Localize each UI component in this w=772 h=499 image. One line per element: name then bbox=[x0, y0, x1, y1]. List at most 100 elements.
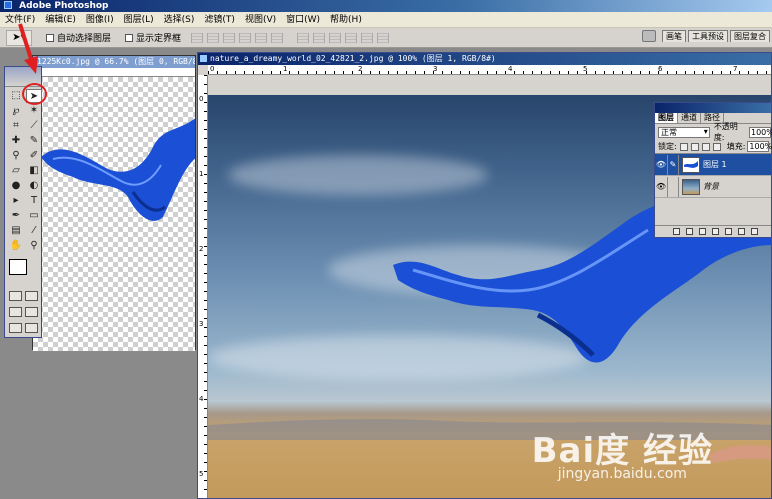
horizontal-ruler[interactable]: 0 1 2 3 4 5 6 7 bbox=[208, 65, 771, 75]
lock-all-icon[interactable] bbox=[712, 142, 721, 151]
lock-transparency-icon[interactable] bbox=[679, 142, 688, 151]
tab-layers[interactable]: 图层 bbox=[655, 113, 678, 123]
eraser-tool-icon[interactable]: ▱ bbox=[8, 164, 24, 178]
layer-row-background[interactable]: 👁 背景 bbox=[655, 176, 771, 198]
slice-tool-icon[interactable]: ⟋ bbox=[26, 119, 42, 133]
tab-channels[interactable]: 通道 bbox=[678, 113, 701, 123]
align-vcenter-icon[interactable] bbox=[207, 32, 220, 43]
layer-row-layer1[interactable]: 👁 ✎ 图层 1 bbox=[655, 154, 771, 176]
lock-position-icon[interactable] bbox=[701, 142, 710, 151]
show-bounds-option[interactable]: 显示定界框 bbox=[125, 31, 181, 44]
quick-mask-button[interactable] bbox=[25, 291, 38, 301]
distribute-top-icon[interactable] bbox=[297, 32, 310, 43]
standard-mode-button[interactable] bbox=[9, 291, 22, 301]
layer-brush-icon[interactable] bbox=[667, 176, 679, 197]
layer-thumbnail bbox=[682, 156, 700, 173]
foreground-color[interactable] bbox=[9, 259, 27, 275]
hand-tool-icon[interactable]: ✋ bbox=[8, 239, 24, 253]
auto-select-layer-option[interactable]: 自动选择图层 bbox=[46, 31, 111, 44]
file-browser-icon[interactable] bbox=[642, 30, 656, 42]
ruler-v-num: 0 bbox=[199, 95, 204, 103]
blend-mode-select[interactable]: 正常 bbox=[658, 126, 710, 138]
opacity-input[interactable]: 100% bbox=[749, 126, 772, 138]
layer-name[interactable]: 背景 bbox=[703, 181, 719, 192]
eyedropper-tool-icon[interactable]: ⁄ bbox=[26, 224, 42, 238]
blur-tool-icon[interactable]: ● bbox=[8, 179, 24, 193]
well-tab-tool-presets[interactable]: 工具预设 bbox=[688, 30, 728, 42]
screen-mode-full-menu[interactable] bbox=[25, 307, 38, 317]
menu-help[interactable]: 帮助(H) bbox=[325, 13, 367, 27]
show-bounds-checkbox[interactable] bbox=[125, 33, 134, 42]
lock-pixels-icon[interactable] bbox=[690, 142, 699, 151]
vertical-ruler[interactable]: 0 1 2 3 4 5 bbox=[198, 75, 208, 498]
watermark-url: jingyan.baidu.com bbox=[557, 466, 687, 482]
path-selection-icon[interactable]: ▸ bbox=[8, 194, 24, 208]
distribute-hcenter-icon[interactable] bbox=[361, 32, 374, 43]
menu-edit[interactable]: 编辑(E) bbox=[40, 13, 81, 27]
back-document-title[interactable]: 1225Kc0.jpg @ 66.7% (图层 0, RGB/8) bbox=[33, 56, 195, 68]
menu-view[interactable]: 视图(V) bbox=[240, 13, 281, 27]
jump-to-imageready-button[interactable] bbox=[9, 323, 22, 333]
pen-tool-icon[interactable]: ✒ bbox=[8, 209, 24, 223]
ruler-h-num: 3 bbox=[433, 65, 438, 73]
delete-layer-icon[interactable] bbox=[751, 228, 758, 235]
menu-image[interactable]: 图像(I) bbox=[81, 13, 119, 27]
menu-select[interactable]: 选择(S) bbox=[159, 13, 200, 27]
well-tab-layer-comps[interactable]: 图层复合 bbox=[730, 30, 770, 42]
auto-select-checkbox[interactable] bbox=[46, 33, 54, 42]
screen-mode-standard[interactable] bbox=[9, 307, 22, 317]
distribute-left-icon[interactable] bbox=[345, 32, 358, 43]
distribute-right-icon[interactable] bbox=[377, 32, 390, 43]
new-layer-icon[interactable] bbox=[738, 228, 745, 235]
new-group-icon[interactable] bbox=[712, 228, 719, 235]
menu-filter[interactable]: 滤镜(T) bbox=[199, 13, 240, 27]
main-document-title-bar[interactable]: nature_a_dreamy_world_02_42821_2.jpg @ 1… bbox=[198, 53, 771, 65]
adjustment-layer-icon[interactable] bbox=[725, 228, 732, 235]
back-document-window[interactable]: 1225Kc0.jpg @ 66.7% (图层 0, RGB/8) bbox=[32, 55, 196, 351]
blend-opacity-row: 正常 不透明度: 100% bbox=[655, 122, 772, 142]
align-hcenter-icon[interactable] bbox=[255, 32, 268, 43]
history-brush-icon[interactable]: ✐ bbox=[26, 149, 42, 163]
shape-tool-icon[interactable]: ▭ bbox=[26, 209, 42, 223]
visibility-eye-icon[interactable]: 👁 bbox=[655, 182, 667, 191]
add-mask-icon[interactable] bbox=[699, 228, 706, 235]
gradient-tool-icon[interactable]: ◧ bbox=[26, 164, 42, 178]
ruler-v-num: 2 bbox=[199, 245, 204, 253]
distribute-bottom-icon[interactable] bbox=[329, 32, 342, 43]
align-right-icon[interactable] bbox=[271, 32, 284, 43]
well-tab-brushes[interactable]: 画笔 bbox=[662, 30, 686, 42]
visibility-eye-icon[interactable]: 👁 bbox=[655, 160, 667, 169]
menu-bar: 文件(F) 编辑(E) 图像(I) 图层(L) 选择(S) 滤镜(T) 视图(V… bbox=[0, 12, 772, 28]
healing-brush-icon[interactable]: ✚ bbox=[8, 134, 24, 148]
lock-fill-row: 锁定: 填充: 100% bbox=[655, 140, 772, 154]
fill-input[interactable]: 100% bbox=[747, 141, 772, 152]
clone-stamp-icon[interactable]: ⚲ bbox=[8, 149, 24, 163]
dodge-tool-icon[interactable]: ◐ bbox=[26, 179, 42, 193]
layer-style-icon[interactable] bbox=[686, 228, 693, 235]
document-icon bbox=[200, 55, 207, 62]
lasso-tool-icon[interactable]: ℘ bbox=[8, 104, 24, 118]
layer-brush-icon[interactable]: ✎ bbox=[667, 154, 679, 175]
jump-to-extra-button[interactable] bbox=[25, 323, 38, 333]
align-buttons bbox=[191, 32, 287, 43]
menu-layer[interactable]: 图层(L) bbox=[119, 13, 159, 27]
back-document-canvas[interactable] bbox=[33, 77, 195, 351]
layers-palette-header[interactable] bbox=[655, 103, 771, 113]
align-top-icon[interactable] bbox=[191, 32, 204, 43]
menu-window[interactable]: 窗口(W) bbox=[281, 13, 325, 27]
back-horizontal-ruler bbox=[33, 68, 195, 77]
brush-tool-icon[interactable]: ✎ bbox=[26, 134, 42, 148]
align-bottom-icon[interactable] bbox=[223, 32, 236, 43]
link-layers-icon[interactable] bbox=[673, 228, 680, 235]
lock-label: 锁定: bbox=[658, 142, 677, 151]
layer-name[interactable]: 图层 1 bbox=[703, 159, 727, 170]
align-left-icon[interactable] bbox=[239, 32, 252, 43]
zoom-tool-icon[interactable]: ⚲ bbox=[26, 239, 42, 253]
magic-wand-tool-icon[interactable]: ✶ bbox=[26, 104, 42, 118]
notes-tool-icon[interactable]: ▤ bbox=[8, 224, 24, 238]
distribute-vcenter-icon[interactable] bbox=[313, 32, 326, 43]
baidu-jingyan-watermark: Bai度 经验 jingyan.baidu.com bbox=[532, 423, 713, 482]
annotation-circle bbox=[22, 83, 47, 105]
crop-tool-icon[interactable]: ⌗ bbox=[8, 119, 24, 133]
type-tool-icon[interactable]: T bbox=[26, 194, 42, 208]
